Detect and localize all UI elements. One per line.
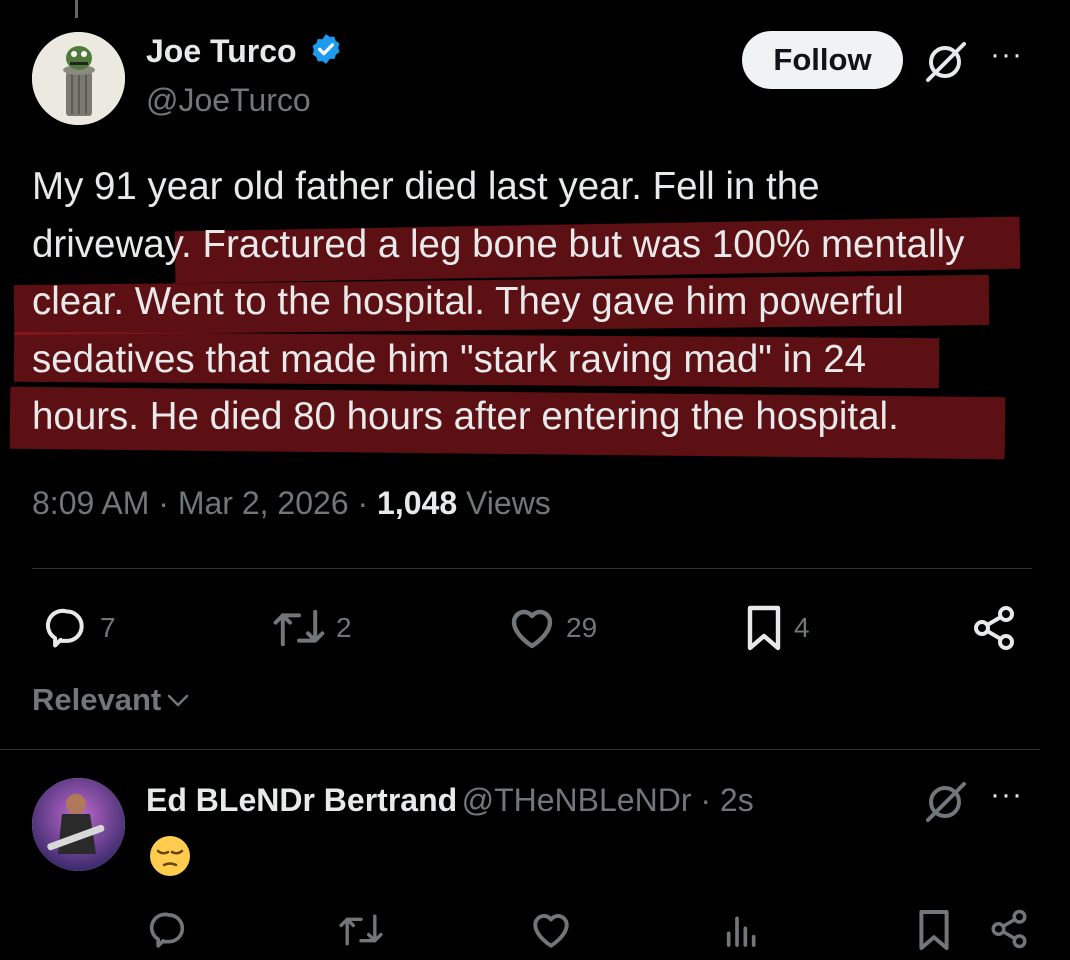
author-name-row: Joe Turco xyxy=(146,32,343,71)
chevron-down-icon xyxy=(167,694,189,707)
reply-button[interactable]: 7 xyxy=(44,606,116,650)
more-icon[interactable]: ··· xyxy=(990,778,1023,812)
reply-share-button[interactable] xyxy=(988,908,1040,950)
thread-line xyxy=(75,0,78,18)
bookmark-count: 4 xyxy=(794,612,810,643)
reply-author-name[interactable]: Ed BLeNDr Bertrand xyxy=(146,782,457,818)
reply-time[interactable]: 2s xyxy=(720,782,754,818)
grok-icon[interactable] xyxy=(920,40,970,89)
reply-icon xyxy=(149,912,185,948)
sort-dropdown[interactable]: Relevant xyxy=(32,682,191,718)
verified-badge-icon xyxy=(309,32,343,71)
grok-icon[interactable] xyxy=(920,780,970,829)
repost-icon xyxy=(339,914,383,946)
share-icon xyxy=(974,606,1014,650)
reply-author-handle[interactable]: @THeNBLeNDr xyxy=(462,782,692,818)
follow-button[interactable]: Follow xyxy=(742,31,903,89)
reply-icon xyxy=(45,608,84,648)
bookmark-button[interactable]: 4 xyxy=(744,604,810,652)
bookmark-icon xyxy=(919,910,949,950)
meta-separator: · xyxy=(149,485,178,521)
meta-separator: · xyxy=(348,485,378,521)
author-handle[interactable]: @JoeTurco xyxy=(146,82,311,119)
reply-views-button[interactable] xyxy=(722,910,772,950)
like-count: 29 xyxy=(566,612,598,643)
reply-like-button[interactable] xyxy=(530,910,582,950)
pensive-face-emoji xyxy=(148,834,192,883)
reply-author-avatar[interactable] xyxy=(32,778,125,871)
tweet-date[interactable]: Mar 2, 2026 xyxy=(178,485,349,521)
tweet-time[interactable]: 8:09 AM xyxy=(32,485,149,521)
bookmark-icon xyxy=(747,605,781,651)
share-button[interactable] xyxy=(970,604,1028,652)
reply-repost-button[interactable] xyxy=(338,912,394,948)
views-label: Views xyxy=(466,485,551,521)
views-icon xyxy=(726,916,756,947)
like-icon xyxy=(533,914,569,948)
repost-count: 2 xyxy=(336,612,352,643)
meta-separator: · xyxy=(691,782,720,818)
tweet-text: My 91 year old father died last year. Fe… xyxy=(32,165,965,438)
divider xyxy=(0,749,1040,750)
reply-author-row: Ed BLeNDr Bertrand @THeNBLeNDr · 2s xyxy=(146,782,754,819)
sort-label: Relevant xyxy=(32,682,162,717)
share-icon xyxy=(991,909,1027,949)
repost-button[interactable]: 2 xyxy=(272,608,352,648)
author-avatar[interactable] xyxy=(32,32,125,125)
views-count: 1,048 xyxy=(377,485,458,521)
more-icon[interactable]: ··· xyxy=(990,38,1023,72)
reply-count: 7 xyxy=(100,612,116,643)
reply-bookmark-button[interactable] xyxy=(916,908,962,952)
like-button[interactable]: 29 xyxy=(508,606,597,650)
tweet-meta: 8:09 AM · Mar 2, 2026 · 1,048 Views xyxy=(32,485,551,522)
author-name[interactable]: Joe Turco xyxy=(146,33,297,69)
repost-icon xyxy=(273,609,325,647)
divider xyxy=(32,568,1032,569)
reply-reply-button[interactable] xyxy=(148,910,200,950)
like-icon xyxy=(511,609,553,649)
